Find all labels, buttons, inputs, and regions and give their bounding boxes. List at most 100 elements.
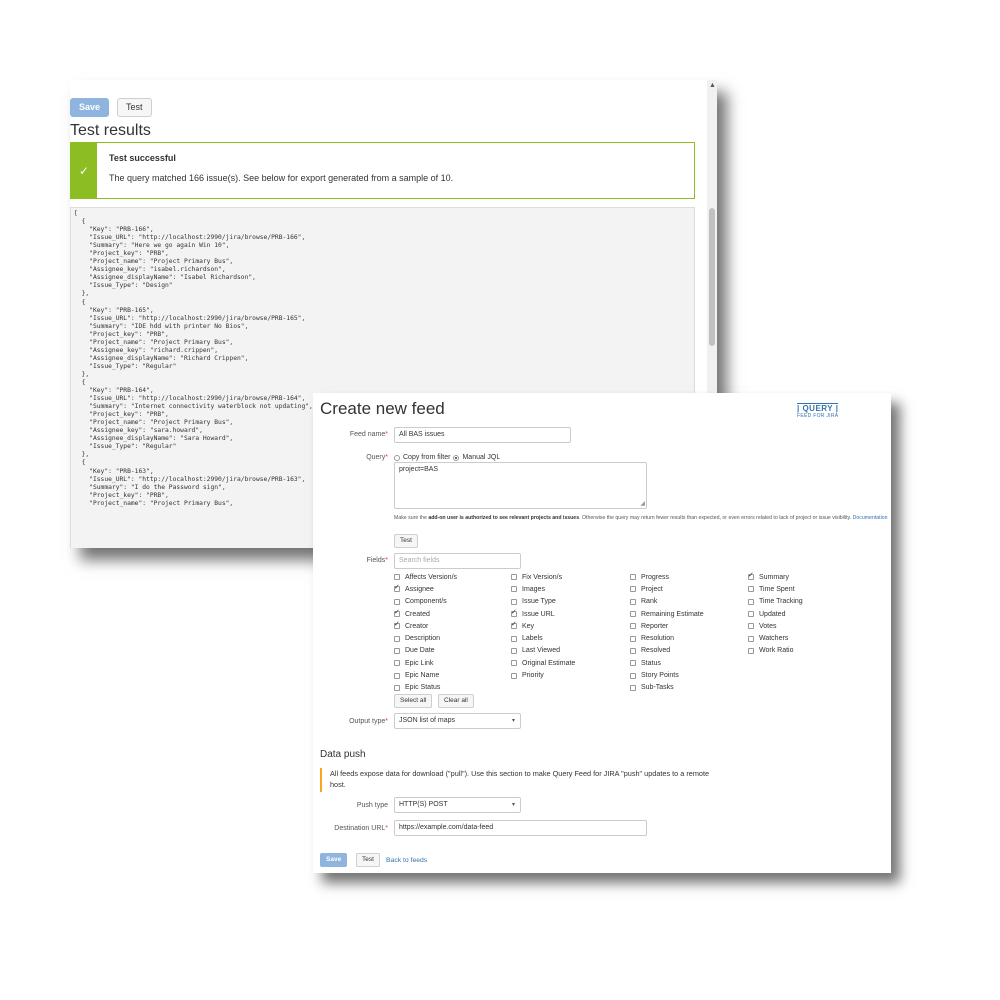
field-option[interactable]: Original Estimate [511,657,575,669]
field-checkbox[interactable] [394,608,400,618]
field-option[interactable]: Work Ratio [748,645,803,657]
field-checkbox[interactable] [511,635,517,642]
field-option[interactable]: Affects Version/s [394,571,457,583]
field-option[interactable]: Project [630,583,704,595]
field-option[interactable]: Images [511,583,575,595]
push-type-select[interactable]: HTTP(S) POST ▾ [394,797,521,813]
field-option[interactable]: Epic Status [394,682,457,694]
field-checkbox[interactable] [630,672,636,679]
select-all-button[interactable]: Select all [394,694,433,708]
field-checkbox[interactable] [394,660,400,667]
field-option[interactable]: Issue Type [511,596,575,608]
field-checkbox[interactable] [511,574,517,581]
clear-all-button[interactable]: Clear all [438,694,474,708]
create-feed-window: Create new feed | QUERY | FEED FOR JIRA … [313,393,891,873]
field-checkbox[interactable] [630,574,636,581]
field-option[interactable]: Time Spent [748,583,803,595]
field-checkbox[interactable] [511,660,517,667]
field-option[interactable]: Reporter [630,620,704,632]
feed-save-button[interactable]: Save [320,853,348,867]
search-fields-input[interactable]: Search fields [394,553,521,569]
field-option[interactable]: Due Date [394,645,457,657]
test-results-title: Test results [70,122,151,139]
documentation-link[interactable]: Documentation [853,515,888,521]
field-option[interactable]: Summary [748,571,803,583]
field-checkbox[interactable] [511,608,517,618]
field-checkbox[interactable] [394,684,400,691]
field-checkbox[interactable] [748,571,754,581]
test-toolbar: Save Test [70,98,152,117]
field-checkbox[interactable] [630,611,636,618]
field-checkbox[interactable] [748,586,754,593]
field-checkbox[interactable] [394,672,400,679]
field-option[interactable]: Epic Link [394,657,457,669]
field-checkbox[interactable] [394,647,400,654]
field-checkbox[interactable] [630,647,636,654]
field-option-label: Priority [522,672,544,680]
manual-jql-radio[interactable] [453,454,460,461]
feed-name-input[interactable]: All BAS issues [394,427,571,443]
field-checkbox[interactable] [394,583,400,593]
field-option[interactable]: Last Viewed [511,645,575,657]
field-option[interactable]: Rank [630,596,704,608]
field-checkbox[interactable] [394,635,400,642]
field-option[interactable]: Progress [630,571,704,583]
field-option[interactable]: Assignee [394,583,457,595]
field-option[interactable]: Votes [748,620,803,632]
field-checkbox[interactable] [630,586,636,593]
back-to-feeds-link[interactable]: Back to feeds [386,857,427,864]
save-button[interactable]: Save [70,98,110,117]
field-checkbox[interactable] [394,574,400,581]
field-checkbox[interactable] [511,647,517,654]
field-checkbox[interactable] [394,620,400,630]
copy-from-filter-radio[interactable] [394,454,400,461]
field-checkbox[interactable] [630,684,636,691]
field-checkbox[interactable] [511,598,517,605]
destination-url-input[interactable]: https://example.com/data-feed [394,820,647,836]
field-option[interactable]: Component/s [394,596,457,608]
field-option[interactable]: Created [394,608,457,620]
field-option[interactable]: Key [511,620,575,632]
field-checkbox[interactable] [511,620,517,630]
field-option[interactable]: Creator [394,620,457,632]
field-option[interactable]: Story Points [630,669,704,681]
field-checkbox[interactable] [748,623,754,630]
feed-test-button[interactable]: Test [356,853,380,867]
field-option[interactable]: Time Tracking [748,596,803,608]
field-checkbox[interactable] [630,623,636,630]
required-marker: * [385,454,388,461]
field-option[interactable]: Remaining Estimate [630,608,704,620]
field-option[interactable]: Resolved [630,645,704,657]
scroll-up-arrow-icon[interactable]: ▲ [709,82,716,89]
field-option[interactable]: Epic Name [394,669,457,681]
field-option[interactable]: Sub-Tasks [630,682,704,694]
jql-query-textarea[interactable]: project=BAS ◢ [394,462,647,509]
field-option[interactable]: Description [394,632,457,644]
field-option[interactable]: Priority [511,669,575,681]
field-option[interactable]: Updated [748,608,803,620]
field-checkbox[interactable] [630,598,636,605]
field-option[interactable]: Labels [511,632,575,644]
scrollbar-thumb[interactable] [709,208,715,346]
resize-handle-icon[interactable]: ◢ [640,500,645,507]
logo-line-2: FEED FOR JIRA [797,413,839,419]
field-option[interactable]: Fix Version/s [511,571,575,583]
field-checkbox[interactable] [748,611,754,618]
field-option[interactable]: Watchers [748,632,803,644]
field-checkbox[interactable] [630,660,636,667]
field-checkbox[interactable] [630,635,636,642]
field-option[interactable]: Issue URL [511,608,575,620]
field-checkbox[interactable] [748,598,754,605]
success-title: Test successful [109,153,176,163]
field-checkbox[interactable] [394,598,400,605]
field-checkbox[interactable] [748,635,754,642]
field-checkbox[interactable] [748,647,754,654]
query-test-button[interactable]: Test [394,534,418,548]
output-type-select[interactable]: JSON list of maps ▾ [394,713,521,729]
field-option[interactable]: Status [630,657,704,669]
field-checkbox[interactable] [511,672,517,679]
field-option[interactable]: Resolution [630,632,704,644]
field-option-label: Fix Version/s [522,573,563,581]
field-checkbox[interactable] [511,586,517,593]
test-button[interactable]: Test [117,98,152,117]
